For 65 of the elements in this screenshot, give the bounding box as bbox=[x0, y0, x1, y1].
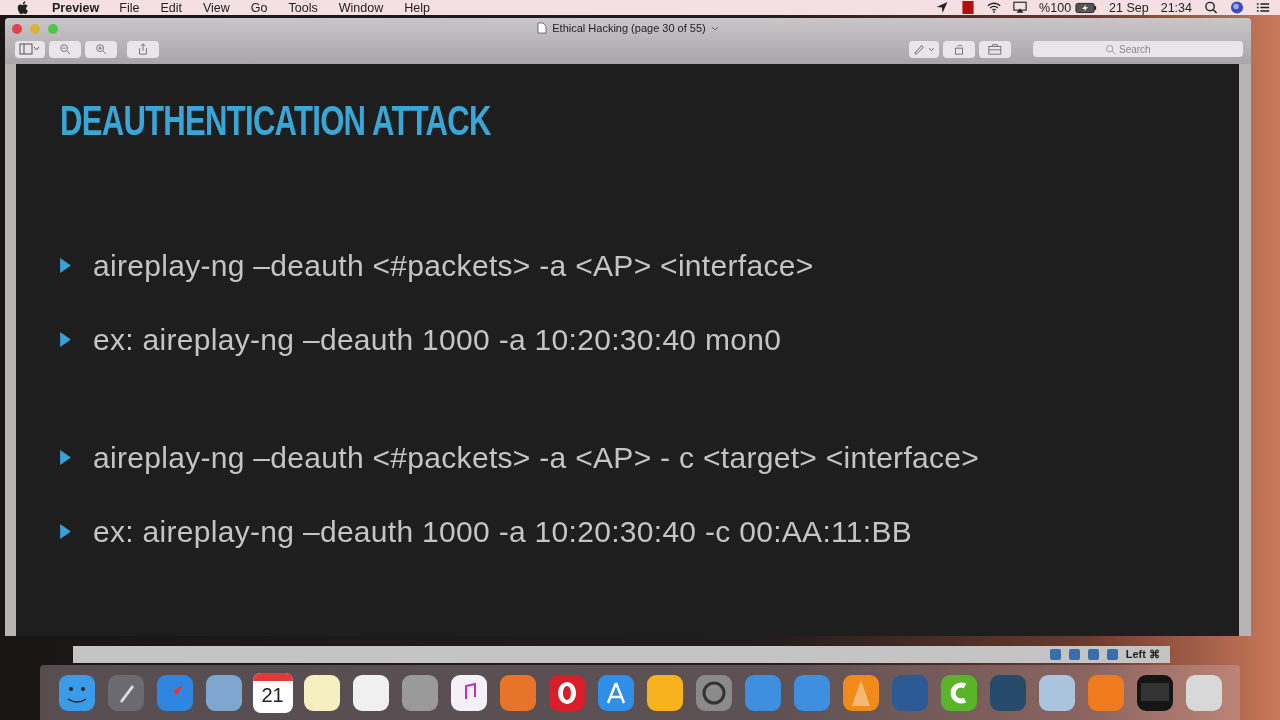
finder-face-icon[interactable] bbox=[56, 672, 97, 713]
menu-clock[interactable]: 21:34 bbox=[1160, 0, 1192, 15]
menu-item[interactable]: Tools bbox=[288, 0, 318, 15]
traffic-cone-icon[interactable] bbox=[840, 672, 881, 713]
apple-icon[interactable] bbox=[17, 0, 30, 15]
zoom-out-icon bbox=[59, 43, 71, 55]
screen-icon[interactable] bbox=[1134, 672, 1175, 713]
chevron-down-icon[interactable] bbox=[710, 25, 719, 31]
pen-icon bbox=[912, 43, 935, 55]
bullet-text: ex: aireplay-ng –deauth 1000 -a 10:20:30:40 -c 00:AA:11:BB bbox=[93, 514, 913, 550]
menu-item[interactable]: Window bbox=[338, 0, 384, 15]
menu-item[interactable]: Help bbox=[404, 0, 430, 15]
app-icon[interactable] bbox=[1106, 649, 1118, 660]
orb-icon[interactable] bbox=[1230, 1, 1244, 14]
share-button[interactable] bbox=[127, 40, 159, 58]
notepad-icon[interactable] bbox=[301, 672, 342, 713]
menu-item[interactable]: Edit bbox=[160, 0, 182, 15]
bullet-text: aireplay-ng –deauth <#packets> -a <AP> - c <target> <interface> bbox=[93, 440, 980, 476]
zoom-out-button[interactable] bbox=[49, 40, 81, 58]
calendar-icon[interactable]: 21 bbox=[252, 672, 293, 713]
ring-o-icon[interactable] bbox=[546, 672, 587, 713]
record-square-icon[interactable] bbox=[961, 1, 976, 14]
menu-item[interactable]: View bbox=[202, 0, 230, 15]
location-arrow-icon[interactable] bbox=[935, 1, 950, 14]
search-field[interactable]: Search bbox=[1033, 41, 1243, 57]
gem-icon[interactable] bbox=[644, 672, 685, 713]
sidebar-button[interactable] bbox=[15, 40, 45, 58]
app-icon[interactable] bbox=[1087, 649, 1099, 660]
share-icon bbox=[137, 43, 149, 55]
zoom-in-button[interactable] bbox=[85, 40, 117, 58]
markup-button[interactable] bbox=[908, 40, 939, 58]
app-icon[interactable] bbox=[1068, 649, 1080, 660]
letter-c-icon[interactable] bbox=[938, 672, 979, 713]
search-icon bbox=[1105, 44, 1116, 55]
toolbox-button[interactable] bbox=[979, 40, 1011, 58]
menu-item[interactable]: File bbox=[119, 0, 140, 15]
window-title: Ethical Hacking (page 30 of 55) bbox=[552, 22, 706, 34]
rotate-button[interactable] bbox=[943, 40, 975, 58]
triangle-bullet-icon bbox=[60, 258, 71, 273]
app-menu[interactable]: Preview bbox=[52, 0, 100, 15]
zoom-in-icon bbox=[95, 43, 107, 55]
menu-date: 21 Sep bbox=[1109, 0, 1149, 15]
close-button[interactable] bbox=[12, 24, 22, 34]
triangle-bullet-icon bbox=[60, 450, 71, 465]
document-icon bbox=[537, 22, 548, 34]
menu-item[interactable]: Go bbox=[250, 0, 268, 15]
battery-percent: %100 bbox=[1039, 0, 1072, 15]
bullet-text: ex: aireplay-ng –deauth 1000 -a 10:20:30:40 mon0 bbox=[93, 322, 782, 358]
sidebar-icon bbox=[19, 43, 41, 55]
keyboard-shortcut-label: Left ⌘ bbox=[1125, 648, 1160, 661]
rotate-icon bbox=[953, 43, 965, 55]
bullet-text: aireplay-ng –deauth <#packets> -a <AP> <interface> bbox=[93, 248, 814, 284]
app-icon[interactable] bbox=[1049, 649, 1061, 660]
airplay-icon[interactable] bbox=[1013, 1, 1028, 14]
triangle-bullet-icon bbox=[60, 332, 71, 347]
gear-icon[interactable] bbox=[693, 672, 734, 713]
letter-a-icon[interactable] bbox=[595, 672, 636, 713]
toolbox-icon bbox=[988, 43, 1002, 55]
list-icon[interactable] bbox=[1256, 1, 1270, 14]
compass-icon[interactable] bbox=[154, 672, 195, 713]
search-icon[interactable] bbox=[1204, 1, 1218, 14]
triangle-bullet-icon bbox=[60, 524, 71, 539]
slide-title: DEAUTHENTICATION ATTACK bbox=[60, 98, 492, 144]
battery-icon[interactable] bbox=[1075, 1, 1098, 14]
wifi-icon[interactable] bbox=[987, 1, 1002, 14]
